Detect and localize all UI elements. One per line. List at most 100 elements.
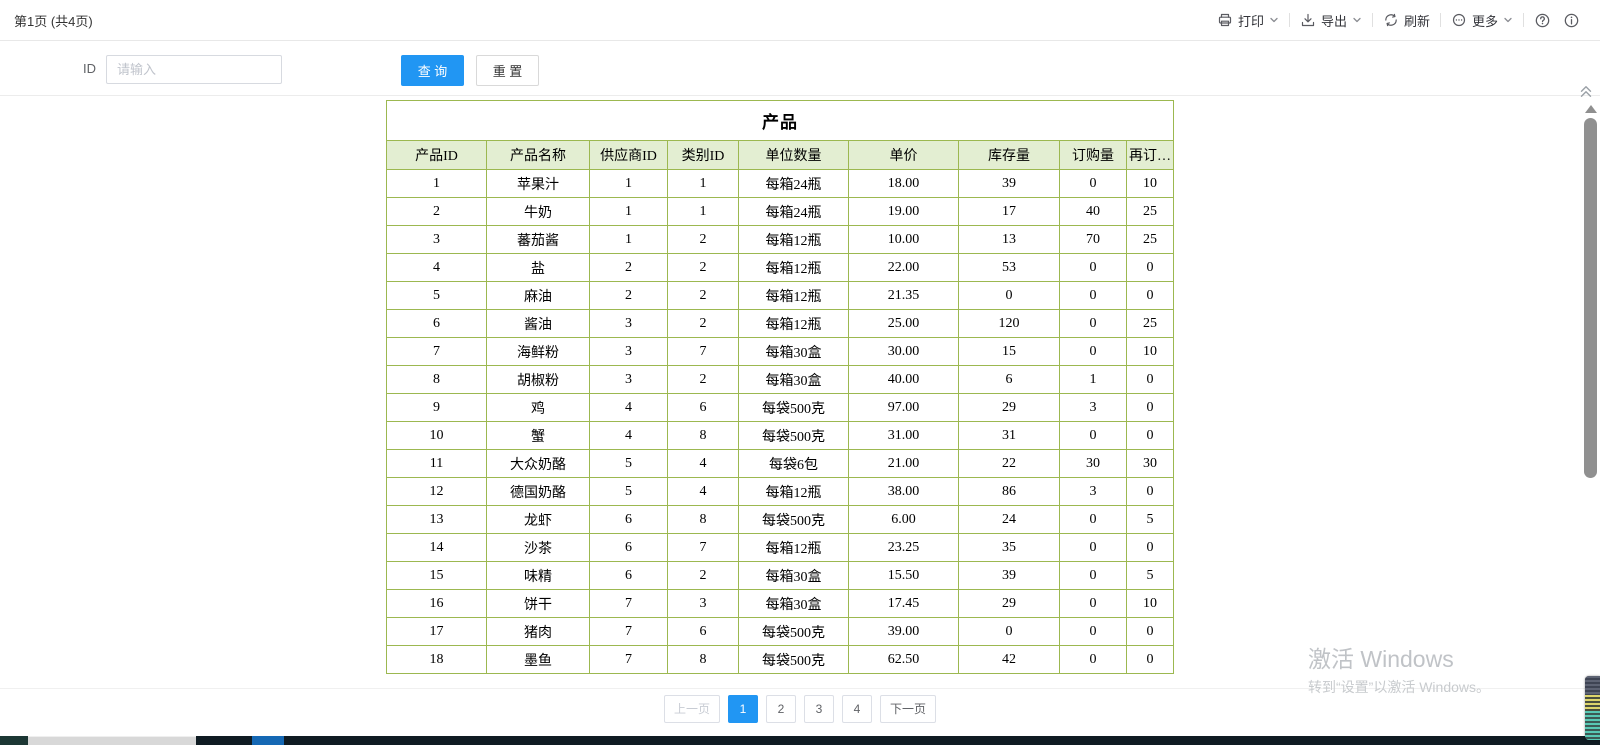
table-cell: 10 <box>387 422 487 450</box>
page-info: 第1页 (共4页) <box>14 11 93 30</box>
table-cell: 每箱12瓶 <box>739 282 849 310</box>
table-cell: 35 <box>959 534 1060 562</box>
table-cell: 25.00 <box>849 310 959 338</box>
table-row: 12德国奶酪54每箱12瓶38.008630 <box>387 478 1174 506</box>
table-cell: 7 <box>590 590 668 618</box>
column-header: 订购量 <box>1060 141 1127 170</box>
table-cell: 16 <box>387 590 487 618</box>
chevron-down-icon <box>1503 15 1513 25</box>
table-row: 1苹果汁11每箱24瓶18.0039010 <box>387 170 1174 198</box>
table-cell: 15.50 <box>849 562 959 590</box>
table-cell: 每袋6包 <box>739 450 849 478</box>
table-cell: 1 <box>387 170 487 198</box>
table-cell: 5 <box>387 282 487 310</box>
table-cell: 6 <box>590 534 668 562</box>
more-circle-icon <box>1451 12 1467 28</box>
table-row: 7海鲜粉37每箱30盒30.0015010 <box>387 338 1174 366</box>
meter-band <box>1585 695 1600 711</box>
collapse-panel-button[interactable] <box>1577 83 1595 104</box>
table-cell: 6 <box>959 366 1060 394</box>
table-cell: 0 <box>1127 254 1174 282</box>
table-cell: 15 <box>387 562 487 590</box>
table-cell: 38.00 <box>849 478 959 506</box>
table-cell: 9 <box>387 394 487 422</box>
table-cell: 3 <box>668 590 739 618</box>
table-cell: 62.50 <box>849 646 959 674</box>
table-cell: 10 <box>1127 338 1174 366</box>
next-page-button[interactable]: 下一页 <box>880 695 936 723</box>
table-row: 18墨鱼78每袋500克62.504200 <box>387 646 1174 674</box>
export-button[interactable]: 导出 <box>1294 11 1368 30</box>
chevron-down-icon <box>1352 15 1362 25</box>
table-cell: 31 <box>959 422 1060 450</box>
table-cell: 29 <box>959 590 1060 618</box>
page-button-4[interactable]: 4 <box>842 695 872 723</box>
table-cell: 30 <box>1127 450 1174 478</box>
parameter-panel: ID 查 询 重 置 <box>0 41 1600 96</box>
query-button[interactable]: 查 询 <box>401 55 464 86</box>
reset-button[interactable]: 重 置 <box>476 55 539 86</box>
table-cell: 2 <box>668 366 739 394</box>
table-cell: 23.25 <box>849 534 959 562</box>
table-cell: 0 <box>1060 562 1127 590</box>
table-cell: 酱油 <box>487 310 590 338</box>
table-cell: 3 <box>1060 394 1127 422</box>
table-cell: 0 <box>1060 170 1127 198</box>
table-cell: 0 <box>1060 422 1127 450</box>
table-row: 9鸡46每袋500克97.002930 <box>387 394 1174 422</box>
table-cell: 29 <box>959 394 1060 422</box>
table-cell: 0 <box>1060 310 1127 338</box>
vertical-scrollbar-thumb[interactable] <box>1584 118 1597 478</box>
table-cell: 15 <box>959 338 1060 366</box>
table-cell: 10 <box>1127 590 1174 618</box>
table-cell: 24 <box>959 506 1060 534</box>
table-cell: 2 <box>590 254 668 282</box>
table-cell: 3 <box>590 338 668 366</box>
table-cell: 0 <box>1127 534 1174 562</box>
table-row: 4盐22每箱12瓶22.005300 <box>387 254 1174 282</box>
horizontal-scrollbar-thumb[interactable] <box>28 736 196 745</box>
table-cell: 麻油 <box>487 282 590 310</box>
table-cell: 5 <box>1127 562 1174 590</box>
table-cell: 6 <box>668 394 739 422</box>
level-meter-widget <box>1585 676 1600 740</box>
strip-segment <box>252 736 284 745</box>
table-cell: 8 <box>668 506 739 534</box>
table-cell: 3 <box>590 310 668 338</box>
table-cell: 饼干 <box>487 590 590 618</box>
table-cell: 25 <box>1127 198 1174 226</box>
page-number-group: 1234 <box>728 695 872 723</box>
column-header: 供应商ID <box>590 141 668 170</box>
page-button-2[interactable]: 2 <box>766 695 796 723</box>
table-cell: 22.00 <box>849 254 959 282</box>
table-cell: 39.00 <box>849 618 959 646</box>
refresh-button[interactable]: 刷新 <box>1377 11 1436 30</box>
scrollbar-up-arrow[interactable] <box>1585 105 1597 113</box>
page-button-3[interactable]: 3 <box>804 695 834 723</box>
table-cell: 6 <box>387 310 487 338</box>
more-button[interactable]: 更多 <box>1445 11 1519 30</box>
prev-page-button[interactable]: 上一页 <box>664 695 720 723</box>
info-icon <box>1563 12 1580 29</box>
table-cell: 0 <box>1060 506 1127 534</box>
table-cell: 每箱24瓶 <box>739 170 849 198</box>
table-cell: 6.00 <box>849 506 959 534</box>
table-cell: 17.45 <box>849 590 959 618</box>
double-chevron-up-icon <box>1577 83 1595 99</box>
download-icon <box>1300 12 1316 28</box>
toolbar-divider <box>1372 13 1373 27</box>
id-input[interactable] <box>106 55 282 84</box>
table-cell: 0 <box>959 618 1060 646</box>
table-cell: 17 <box>387 618 487 646</box>
table-cell: 猪肉 <box>487 618 590 646</box>
table-cell: 4 <box>387 254 487 282</box>
table-cell: 0 <box>1060 618 1127 646</box>
print-button[interactable]: 打印 <box>1211 11 1285 30</box>
report-table-viewport: 产品 产品ID产品名称供应商ID类别ID单位数量单价库存量订购量再订… 1苹果汁… <box>386 100 1178 682</box>
help-button[interactable] <box>1528 12 1557 29</box>
column-header: 再订… <box>1127 141 1174 170</box>
page-button-1[interactable]: 1 <box>728 695 758 723</box>
table-cell: 30 <box>1060 450 1127 478</box>
table-row: 6酱油32每箱12瓶25.00120025 <box>387 310 1174 338</box>
info-button[interactable] <box>1557 12 1586 29</box>
